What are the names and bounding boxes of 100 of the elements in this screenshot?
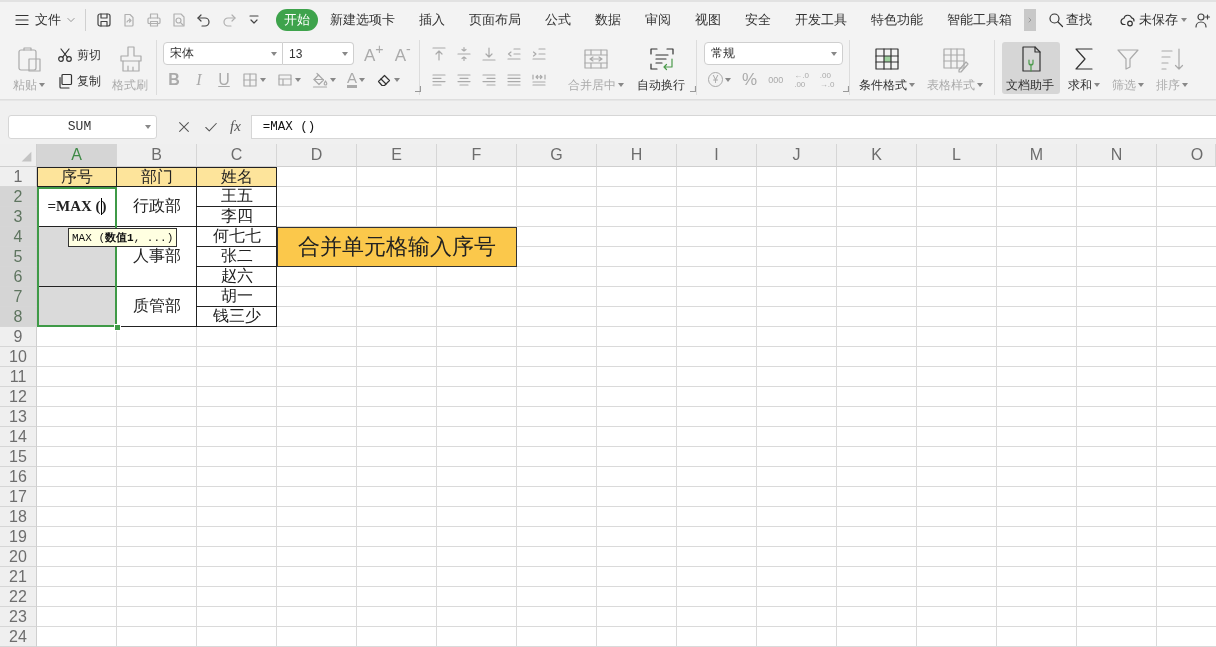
row-header[interactable]: 3 [0, 207, 37, 227]
row-header[interactable]: 24 [0, 627, 37, 647]
align-middle-icon [455, 45, 472, 62]
caret-icon [1182, 83, 1188, 87]
caret-icon [330, 77, 336, 82]
file-menu-button[interactable]: 文件 [14, 7, 76, 33]
save-status-button[interactable]: 未保存 [1120, 11, 1187, 29]
column-header[interactable]: L [917, 144, 997, 167]
close-icon[interactable] [177, 119, 191, 134]
row-header[interactable]: 1 [0, 167, 37, 187]
row-header[interactable]: 8 [0, 307, 37, 327]
row-header[interactable]: 18 [0, 507, 37, 527]
paint-bucket-icon [312, 71, 328, 88]
sum-button[interactable]: 求和 [1064, 42, 1104, 94]
ribbon-tab[interactable]: 开发工具 [783, 9, 859, 31]
row-header[interactable]: 19 [0, 527, 37, 547]
column-header[interactable]: H [597, 144, 677, 167]
select-all-icon[interactable] [20, 150, 33, 163]
row-header[interactable]: 22 [0, 587, 37, 607]
row-header[interactable]: 5 [0, 247, 37, 267]
dialog-launcher-icon[interactable] [690, 86, 696, 92]
column-header[interactable]: I [677, 144, 757, 167]
column-header[interactable]: E [357, 144, 437, 167]
conditional-format-button[interactable]: 条件格式 [856, 42, 918, 94]
column-header[interactable]: D [277, 144, 357, 167]
caret-icon [1138, 83, 1144, 87]
table-cell: 胡一 [197, 287, 277, 307]
insert-function-button[interactable]: fx [230, 118, 241, 135]
font-size-dropdown[interactable]: 13 [283, 42, 354, 65]
search-button[interactable]: 查找 [1048, 11, 1092, 29]
dialog-launcher-icon[interactable] [843, 86, 849, 92]
row-header[interactable]: 10 [0, 347, 37, 367]
ribbon-tab[interactable]: 特色功能 [859, 9, 935, 31]
caret-icon [145, 124, 151, 129]
column-header[interactable]: M [997, 144, 1077, 167]
scissors-icon [56, 47, 73, 63]
table-pen-icon [941, 45, 969, 73]
menu-icon [14, 12, 30, 28]
caret-icon [617, 83, 624, 87]
ribbon-tab[interactable]: 开始 [276, 9, 318, 31]
column-header[interactable]: N [1077, 144, 1157, 167]
column-header[interactable]: K [837, 144, 917, 167]
caret-icon [342, 51, 348, 56]
align-top-icon [430, 45, 447, 62]
formula-field[interactable]: =MAX () [250, 114, 1216, 139]
row-header[interactable]: 11 [0, 367, 37, 387]
column-header[interactable]: O [1157, 144, 1216, 167]
ribbon-tab[interactable]: 安全 [733, 9, 783, 31]
row-header[interactable]: 16 [0, 467, 37, 487]
ribbon-tab[interactable]: 新建选项卡 [318, 9, 407, 31]
ribbon-tab[interactable]: 智能工具箱 [935, 9, 1024, 31]
document-assistant-button[interactable]: 文档助手 [1002, 42, 1060, 94]
caret-icon [725, 77, 731, 82]
dialog-launcher-icon[interactable] [414, 86, 421, 92]
row-header[interactable]: 9 [0, 327, 37, 347]
caret-icon [1094, 83, 1100, 87]
row-header[interactable]: 2 [0, 187, 37, 207]
clipboard-icon [15, 45, 43, 73]
row-header[interactable]: 12 [0, 387, 37, 407]
row-header[interactable]: 4 [0, 227, 37, 247]
column-header[interactable]: G [517, 144, 597, 167]
row-header[interactable]: 6 [0, 267, 37, 287]
fill-handle[interactable] [114, 324, 121, 331]
number-format-dropdown[interactable]: 常规 [704, 42, 843, 65]
caret-icon [394, 77, 400, 82]
function-tooltip: MAX (数值1, ...) [68, 228, 178, 247]
row-header[interactable]: 15 [0, 447, 37, 467]
row-header[interactable]: 20 [0, 547, 37, 567]
column-header[interactable]: C [197, 144, 277, 167]
table-cell: 钱三少 [197, 307, 277, 327]
more-tabs-button[interactable] [1024, 9, 1036, 31]
column-header[interactable]: J [757, 144, 837, 167]
font-name-dropdown[interactable]: 宋体 [163, 42, 283, 65]
ribbon-tab[interactable]: 视图 [683, 9, 733, 31]
table-cell: 张二 [197, 247, 277, 267]
ribbon-tab[interactable]: 公式 [533, 9, 583, 31]
wrap-text-icon [648, 45, 677, 73]
undo-icon[interactable] [195, 12, 212, 28]
cut-button[interactable]: 剪切 [54, 42, 106, 68]
row-header[interactable]: 13 [0, 407, 37, 427]
row-header[interactable]: 14 [0, 427, 37, 447]
row-header[interactable]: 7 [0, 287, 37, 307]
save-icon[interactable] [95, 12, 112, 28]
caret-icon [977, 83, 983, 87]
column-header[interactable]: F [437, 144, 517, 167]
row-header[interactable]: 21 [0, 567, 37, 587]
name-box[interactable]: SUM [8, 114, 157, 139]
ribbon-tab[interactable]: 插入 [407, 9, 457, 31]
ribbon-tab[interactable]: 数据 [583, 9, 633, 31]
copy-button[interactable]: 复制 [54, 68, 106, 94]
wrap-text-button[interactable]: 自动换行 [634, 42, 690, 94]
column-header[interactable]: B [117, 144, 197, 167]
note-cell: 合并单元格输入序号 [277, 227, 517, 267]
column-header[interactable]: A [37, 144, 117, 167]
person-add-icon[interactable] [1195, 12, 1211, 28]
ribbon-tab[interactable]: 审阅 [633, 9, 683, 31]
ribbon-tab[interactable]: 页面布局 [457, 9, 533, 31]
align-left-icon [430, 71, 447, 88]
row-header[interactable]: 17 [0, 487, 37, 507]
row-header[interactable]: 23 [0, 607, 37, 627]
